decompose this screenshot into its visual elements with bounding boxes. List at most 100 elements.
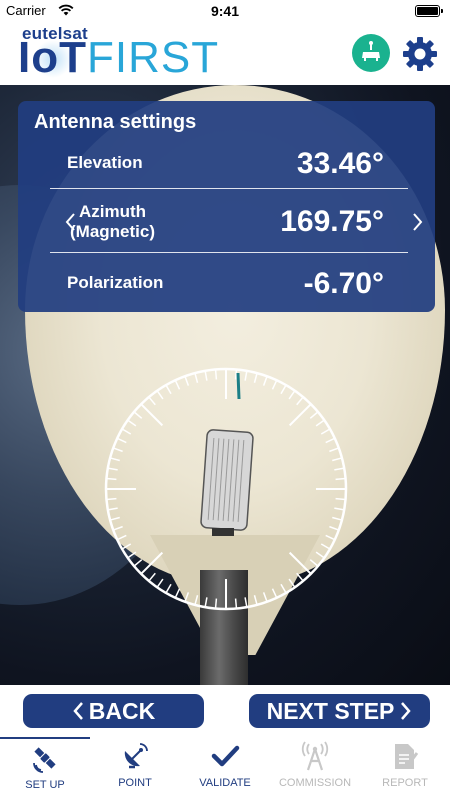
azimuth-label: Azimuth (Magnetic) (70, 202, 155, 242)
compass-tick (148, 396, 156, 406)
panel-title: Antenna settings (34, 111, 197, 133)
compass-tick (127, 551, 137, 559)
azimuth-next-chevron-icon[interactable] (410, 212, 424, 232)
compass-tick (325, 534, 336, 541)
clock: 9:41 (210, 3, 240, 19)
satellite-icon (33, 747, 56, 773)
compass-tick (320, 428, 331, 435)
heading-indicator (236, 372, 241, 400)
compass-tick (244, 370, 248, 381)
settings-button[interactable] (400, 34, 440, 74)
compass-tick (106, 477, 117, 481)
compass-tick (184, 592, 190, 603)
compass-tick (194, 595, 199, 606)
compass-tick (174, 588, 181, 599)
tab-bar: SET UP POINT VALIDATE COMMISSION REPORT (0, 737, 450, 800)
compass-tick (334, 467, 345, 471)
compass-tick (329, 447, 340, 453)
compass-tick (156, 390, 164, 400)
azimuth-row: Azimuth (Magnetic) 169.75° (50, 189, 408, 253)
tab-set-up[interactable]: SET UP (0, 737, 90, 800)
compass-tick (335, 497, 346, 501)
compass-tick (332, 516, 343, 521)
compass-tick (296, 396, 304, 406)
compass-tick (112, 447, 123, 453)
compass-tick (253, 595, 258, 606)
compass-tick (309, 559, 319, 567)
back-button[interactable]: BACK (23, 694, 204, 728)
compass-tick (140, 551, 164, 575)
status-bar: Carrier 9:41 (0, 0, 450, 22)
compass-tick (244, 597, 248, 608)
eutelsat-iot-first-logo: eutelsat IoTFIRST (18, 22, 228, 85)
compass-tick (156, 578, 164, 588)
compass-tick (262, 375, 268, 386)
compass-tick (296, 572, 304, 582)
tab-validate[interactable]: VALIDATE (180, 737, 270, 800)
compass-tick (116, 437, 127, 444)
tab-set-up-label: SET UP (25, 779, 65, 791)
compass-tick (127, 419, 137, 427)
azimuth-label-line2: (Magnetic) (70, 222, 155, 241)
compass-tick (214, 369, 218, 380)
compass-tick (174, 379, 181, 390)
antenna-terminal-image (200, 429, 254, 536)
tab-report-label: REPORT (382, 777, 428, 789)
logo-wordmark: IoTFIRST (18, 36, 219, 80)
compass-tick (112, 525, 123, 531)
compass-tick (329, 525, 340, 531)
satellite-dish-icon (124, 743, 148, 769)
compass-tick (116, 534, 127, 541)
compass-tick (140, 403, 164, 427)
tab-report: REPORT (360, 737, 450, 800)
compass-tick (262, 592, 268, 603)
compass-tick (288, 403, 312, 427)
compass-tick (165, 384, 172, 395)
compass-tick (332, 457, 343, 462)
compass-tick (107, 467, 118, 471)
polarization-value: -6.70° (303, 267, 384, 300)
elevation-row: Elevation 33.46° (50, 141, 408, 189)
compass-tick (280, 583, 287, 594)
document-icon (395, 744, 419, 769)
compass-tick (271, 588, 278, 599)
compass-tick (234, 598, 238, 609)
compass-tick (334, 507, 345, 511)
azimuth-previous-chevron-icon[interactable] (64, 212, 78, 232)
checkmark-icon (211, 745, 240, 767)
chevron-right-icon (401, 702, 412, 720)
terminal-icon (362, 41, 380, 61)
polarization-row: Polarization -6.70° (50, 253, 408, 309)
compass-tick (214, 598, 218, 609)
polarization-label: Polarization (67, 273, 164, 292)
compass-tick (309, 411, 319, 419)
terminal-button[interactable] (352, 34, 390, 72)
antenna-icon (301, 741, 329, 771)
tab-validate-label: VALIDATE (199, 777, 251, 789)
compass-tick (194, 372, 199, 383)
compass-tick (133, 559, 143, 567)
compass-tick (184, 375, 190, 386)
compass-tick (107, 507, 118, 511)
tab-point[interactable]: POINT (90, 737, 180, 800)
logo-iot-text: IoT (18, 33, 87, 82)
compass-tick (271, 379, 278, 390)
compass-tick (204, 597, 208, 608)
back-button-label: BACK (88, 697, 156, 724)
compass-tick (280, 384, 287, 395)
elevation-label: Elevation (67, 153, 143, 172)
compass-tick (335, 477, 346, 481)
elevation-value: 33.46° (296, 147, 384, 180)
compass-tick (109, 516, 120, 521)
compass-tick (253, 372, 258, 383)
compass-tick (288, 551, 312, 575)
compass-tick (165, 583, 172, 594)
next-step-button[interactable]: NEXT STEP (249, 694, 430, 728)
gear-icon (403, 37, 437, 71)
compass-tick (320, 543, 331, 550)
next-step-button-label: NEXT STEP (266, 697, 395, 724)
compass-tick (148, 572, 156, 582)
compass-tick (121, 428, 132, 435)
compass-tick (315, 551, 325, 559)
azimuth-value: 169.75° (280, 205, 384, 238)
